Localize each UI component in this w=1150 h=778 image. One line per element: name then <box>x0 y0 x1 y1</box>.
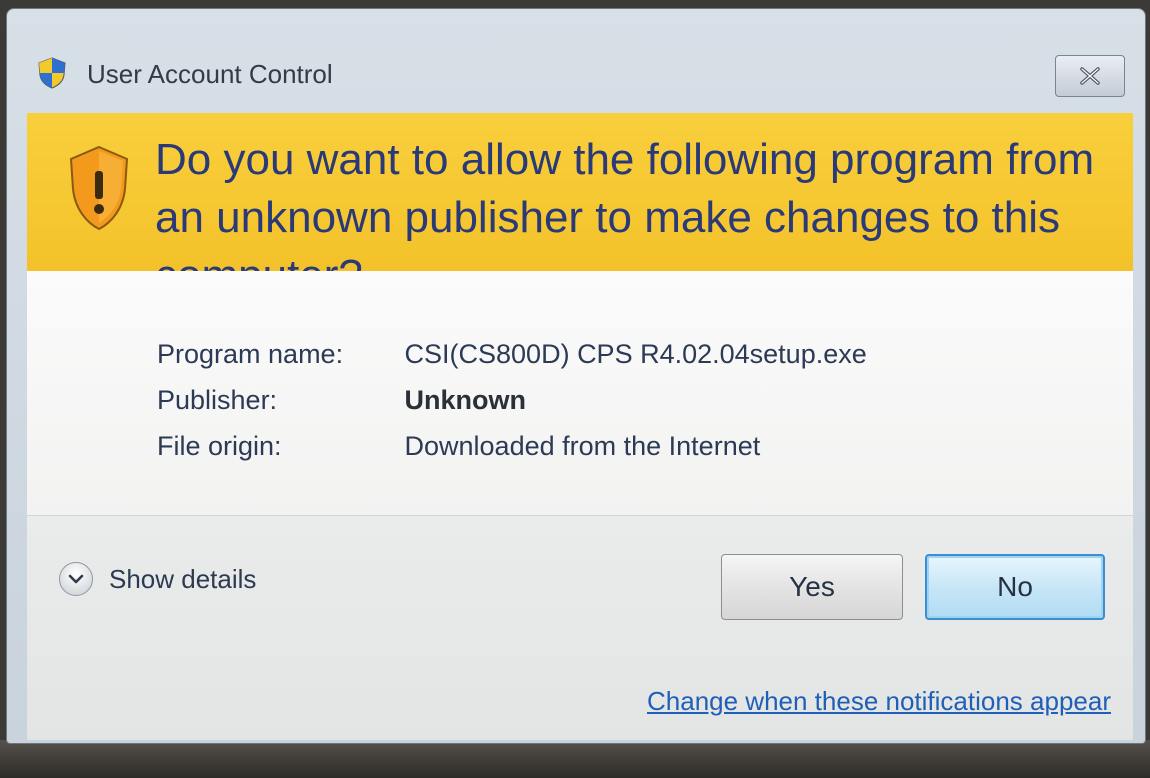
program-name-label: Program name: <box>157 339 344 369</box>
file-origin-value: Downloaded from the Internet <box>404 431 761 461</box>
chevron-down-icon[interactable] <box>59 562 93 596</box>
program-name-row: Program name: CSI(CS800D) CPS R4.02.04se… <box>157 339 867 370</box>
publisher-value: Unknown <box>404 385 527 415</box>
desktop-background <box>0 740 1150 778</box>
warning-banner: Do you want to allow the following progr… <box>27 113 1133 300</box>
file-origin-row: File origin: Downloaded from the Interne… <box>157 431 760 462</box>
show-details-toggle[interactable]: Show details <box>59 562 256 596</box>
publisher-label: Publisher: <box>157 385 278 415</box>
close-icon <box>1080 67 1100 85</box>
program-name-value: CSI(CS800D) CPS R4.02.04setup.exe <box>404 339 867 369</box>
window-title: User Account Control <box>87 59 333 89</box>
program-details: Program name: CSI(CS800D) CPS R4.02.04se… <box>27 271 1133 515</box>
dialog-footer: Show details Yes No Change when these no… <box>27 515 1133 740</box>
file-origin-label: File origin: <box>157 431 282 461</box>
show-details-label[interactable]: Show details <box>109 564 256 595</box>
notification-settings-link[interactable]: Change when these notifications appear <box>647 686 1111 717</box>
warning-shield-icon <box>69 145 129 231</box>
publisher-row: Publisher: Unknown <box>157 385 526 416</box>
yes-button[interactable]: Yes <box>721 554 903 620</box>
uac-dialog: User Account Control Do you want to allo… <box>6 8 1146 744</box>
close-button[interactable] <box>1055 55 1125 97</box>
uac-shield-icon <box>38 57 66 89</box>
title-bar: User Account Control <box>7 9 1145 109</box>
no-button[interactable]: No <box>925 554 1105 620</box>
